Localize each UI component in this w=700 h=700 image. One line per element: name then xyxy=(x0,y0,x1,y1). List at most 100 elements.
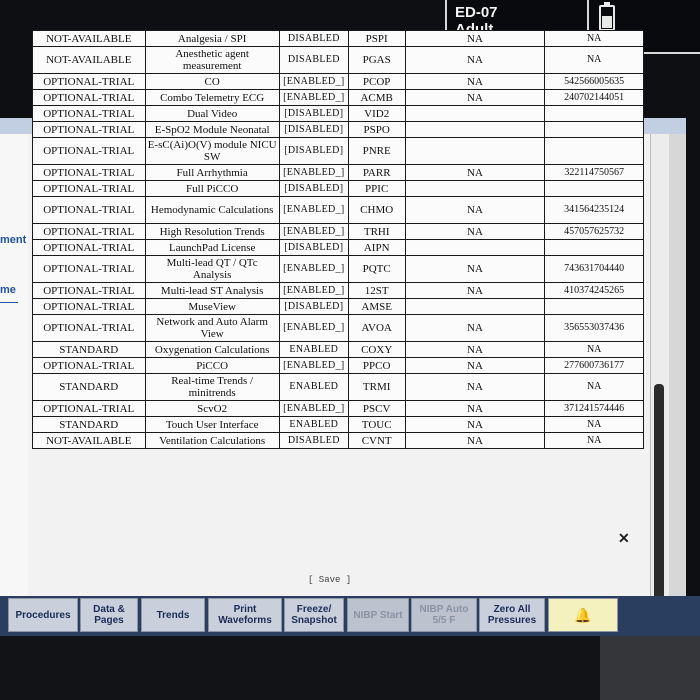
table-row: STANDARD Touch User Interface ENABLED TOUC N… xyxy=(32,416,644,433)
feature-cell: Dual Video xyxy=(144,105,280,122)
nibp-start-button[interactable]: NIBP Start xyxy=(347,598,409,632)
code-cell: TOUC xyxy=(347,416,406,433)
feature-cell: High Resolution Trends xyxy=(144,223,280,240)
status-cell: OPTIONAL-TRIAL xyxy=(32,239,146,256)
status-cell: OPTIONAL-TRIAL xyxy=(32,105,146,122)
code-cell: ACMB xyxy=(347,89,406,106)
table-row: STANDARD Real-time Trends / minitrends ENA… xyxy=(32,373,644,401)
table-row: OPTIONAL-TRIAL Multi-lead QT / QTc Analys… xyxy=(32,255,644,283)
status-cell: OPTIONAL-TRIAL xyxy=(32,357,146,374)
state-cell: ENABLED xyxy=(278,341,349,358)
state-cell: [ENABLED_] xyxy=(278,357,349,374)
state-cell: [DISABLED] xyxy=(278,105,349,122)
code-cell: AVOA xyxy=(347,314,406,342)
menu-fragment-2[interactable]: me xyxy=(0,284,16,296)
na-cell: NA xyxy=(404,73,546,90)
table-row: NOT-AVAILABLE Ventilation Calculations DIS… xyxy=(32,432,644,449)
serial-cell: NA xyxy=(544,30,644,47)
code-cell: PSPO xyxy=(347,121,406,138)
trends-button[interactable]: Trends xyxy=(141,598,205,632)
feature-cell: Network and Auto Alarm View xyxy=(144,314,280,342)
serial-cell: NA xyxy=(544,432,644,449)
zero-all-pressures-button[interactable]: Zero All Pressures xyxy=(479,598,545,632)
na-cell: NA xyxy=(404,255,546,283)
serial-cell: 410374245265 xyxy=(544,282,644,299)
feature-cell: MuseView xyxy=(144,298,280,315)
code-cell: TRMI xyxy=(347,373,406,401)
serial-cell: 240702144051 xyxy=(544,89,644,106)
status-cell: STANDARD xyxy=(32,341,146,358)
state-cell: ENABLED xyxy=(278,373,349,401)
bell-icon: 🔔 xyxy=(574,606,592,623)
na-cell: NA xyxy=(404,357,546,374)
menu-fragment-1[interactable]: ment xyxy=(0,234,26,246)
na-cell: NA xyxy=(404,373,546,401)
feature-cell: Ventilation Calculations xyxy=(144,432,280,449)
status-cell: OPTIONAL-TRIAL xyxy=(32,314,146,342)
status-cell: OPTIONAL-TRIAL xyxy=(32,255,146,283)
serial-cell: 371241574446 xyxy=(544,400,644,417)
serial-cell xyxy=(544,180,644,197)
state-cell: ENABLED xyxy=(278,416,349,433)
na-cell xyxy=(404,239,546,256)
code-cell: AIPN xyxy=(347,239,406,256)
scrollbar-thumb[interactable] xyxy=(654,384,664,604)
feature-cell: Multi-lead QT / QTc Analysis xyxy=(144,255,280,283)
na-cell: NA xyxy=(404,164,546,181)
print-waveforms-button[interactable]: Print Waveforms xyxy=(208,598,282,632)
state-cell: [ENABLED_] xyxy=(278,89,349,106)
save-button[interactable]: [ Save ] xyxy=(308,575,351,585)
table-row: OPTIONAL-TRIAL Network and Auto Alarm Vie… xyxy=(32,314,644,342)
na-cell xyxy=(404,121,546,138)
serial-cell: NA xyxy=(544,341,644,358)
code-cell: CVNT xyxy=(347,432,406,449)
freeze-snapshot-button[interactable]: Freeze/ Snapshot xyxy=(284,598,344,632)
na-cell: NA xyxy=(404,400,546,417)
table-row: NOT-AVAILABLE Anesthetic agent measuremen… xyxy=(32,46,644,74)
serial-cell: NA xyxy=(544,416,644,433)
serial-cell: 356553037436 xyxy=(544,314,644,342)
alarm-button[interactable]: 🔔 xyxy=(548,598,618,632)
serial-cell: 277600736177 xyxy=(544,357,644,374)
state-cell: [ENABLED_] xyxy=(278,282,349,299)
state-cell: [ENABLED_] xyxy=(278,255,349,283)
code-cell: PGAS xyxy=(347,46,406,74)
na-cell: NA xyxy=(404,89,546,106)
table-row: OPTIONAL-TRIAL High Resolution Trends [ENA… xyxy=(32,223,644,240)
na-cell: NA xyxy=(404,46,546,74)
vertical-scrollbar[interactable] xyxy=(650,134,669,604)
code-cell: PSPI xyxy=(347,30,406,47)
options-table: NOT-AVAILABLE Analgesia / SPI DISABLED PSPI… xyxy=(32,30,644,449)
table-row: NOT-AVAILABLE Analgesia / SPI DISABLED PSPI… xyxy=(32,30,644,47)
nibp-auto-button[interactable]: NIBP Auto 5/5 F xyxy=(411,598,477,632)
feature-cell: Combo Telemetry ECG xyxy=(144,89,280,106)
serial-cell xyxy=(544,239,644,256)
table-row: OPTIONAL-TRIAL LaunchPad License [DISABLED… xyxy=(32,239,644,256)
serial-cell: 341564235124 xyxy=(544,196,644,224)
close-icon[interactable]: ✕ xyxy=(618,530,630,547)
code-cell: PARR xyxy=(347,164,406,181)
procedures-button[interactable]: Procedures xyxy=(8,598,78,632)
state-cell: [ENABLED_] xyxy=(278,164,349,181)
status-cell: STANDARD xyxy=(32,416,146,433)
na-cell xyxy=(404,298,546,315)
left-menu-panel: ment me xyxy=(0,134,28,604)
data-pages-button[interactable]: Data & Pages xyxy=(80,598,138,632)
feature-cell: Real-time Trends / minitrends xyxy=(144,373,280,401)
code-cell: COXY xyxy=(347,341,406,358)
status-cell: OPTIONAL-TRIAL xyxy=(32,137,146,165)
status-cell: OPTIONAL-TRIAL xyxy=(32,180,146,197)
code-cell: PPIC xyxy=(347,180,406,197)
na-cell: NA xyxy=(404,432,546,449)
code-cell: PNRE xyxy=(347,137,406,165)
serial-cell: 322114750567 xyxy=(544,164,644,181)
table-row: OPTIONAL-TRIAL Dual Video [DISABLED] VID2 xyxy=(32,105,644,122)
na-cell: NA xyxy=(404,196,546,224)
code-cell: VID2 xyxy=(347,105,406,122)
feature-cell: Oxygenation Calculations xyxy=(144,341,280,358)
status-cell: OPTIONAL-TRIAL xyxy=(32,121,146,138)
na-cell xyxy=(404,105,546,122)
table-row: OPTIONAL-TRIAL E-sC(Ai)O(V) module NICU S… xyxy=(32,137,644,165)
na-cell: NA xyxy=(404,282,546,299)
feature-cell: Hemodynamic Calculations xyxy=(144,196,280,224)
